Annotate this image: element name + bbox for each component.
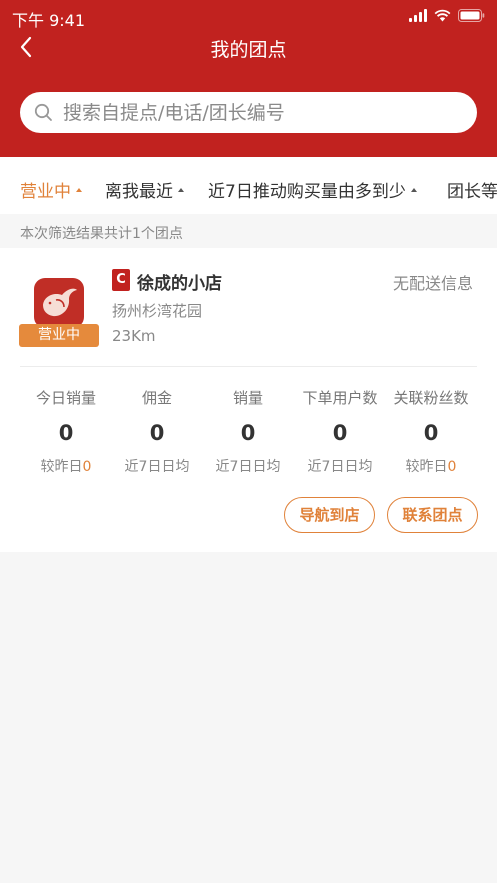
stat-sales: 销量 0 近7日日均 [202, 387, 294, 476]
wifi-icon [434, 9, 451, 22]
battery-icon [458, 9, 485, 22]
stat-label: 佣金 [141, 389, 172, 407]
filter-leader-level[interactable]: 团长等 [447, 177, 497, 202]
status-icons [409, 9, 485, 22]
filter-label: 营业中 [20, 182, 71, 202]
filter-label: 近7日推动购买量由多到少 [208, 182, 406, 202]
status-badge: 营业中 [19, 324, 99, 347]
search-input[interactable] [63, 101, 463, 124]
stat-sub-text: 近7日日均 [124, 459, 190, 475]
filter-label: 团长等 [447, 182, 497, 202]
shop-card[interactable]: 营业中 C 徐成的小店 无配送信息 扬州杉湾花园 23Km 今日销量 0 较昨日… [0, 248, 497, 552]
signal-icon [409, 9, 427, 22]
search-box[interactable] [20, 92, 477, 133]
stat-sub-text: 近7日日均 [307, 459, 373, 475]
divider [20, 366, 477, 367]
stat-sub-value: 0 [447, 459, 457, 475]
caret-up-icon [178, 187, 184, 192]
stat-label: 销量 [232, 389, 263, 407]
status-bar: 下午 9:41 [0, 0, 497, 34]
caret-up-icon [76, 187, 82, 192]
stat-sub-value: 0 [82, 459, 92, 475]
stat-sub: 近7日日均 [111, 456, 203, 476]
stat-commission: 佣金 0 近7日日均 [111, 387, 203, 476]
stat-sub-text: 较昨日 [40, 459, 83, 475]
delivery-info: 无配送信息 [392, 274, 473, 293]
stat-sub: 较昨日0 [20, 456, 112, 476]
stat-value: 0 [58, 421, 74, 445]
stat-value: 0 [240, 421, 256, 445]
contact-store-button[interactable]: 联系团点 [387, 497, 478, 533]
stat-label: 今日销量 [35, 389, 96, 407]
status-time: 下午 9:41 [12, 11, 86, 30]
header: 下午 9:41 我的团点 [0, 0, 497, 157]
filter-open-now[interactable]: 营业中 [20, 177, 82, 202]
stat-sub-text: 近7日日均 [215, 459, 281, 475]
stat-value: 0 [149, 421, 165, 445]
nav-bar: 我的团点 [0, 34, 497, 61]
shop-name: 徐成的小店 [137, 274, 222, 294]
stat-today-sales: 今日销量 0 较昨日0 [20, 387, 112, 476]
stat-ordering-users: 下单用户数 0 近7日日均 [294, 387, 386, 476]
stat-label: 关联粉丝数 [393, 389, 469, 407]
result-summary: 本次筛选结果共计1个团点 [20, 226, 183, 242]
stat-sub: 近7日日均 [202, 456, 294, 476]
stat-sub: 近7日日均 [294, 456, 386, 476]
stat-label: 下单用户数 [302, 389, 378, 407]
filter-label: 离我最近 [105, 182, 173, 202]
shop-type-badge: C [112, 269, 130, 291]
filter-nearest[interactable]: 离我最近 [105, 177, 184, 202]
caret-up-icon [410, 187, 417, 192]
shop-logo [34, 278, 84, 328]
navigate-to-store-button[interactable]: 导航到店 [284, 497, 375, 533]
stat-linked-fans: 关联粉丝数 0 较昨日0 [385, 387, 477, 476]
shop-address: 扬州杉湾花园 [112, 302, 203, 320]
whale-logo-icon [43, 288, 77, 317]
filter-purchase-volume[interactable]: 近7日推动购买量由多到少 [208, 177, 417, 202]
search-icon [34, 103, 52, 121]
stat-value: 0 [423, 421, 439, 445]
stat-value: 0 [332, 421, 348, 445]
shop-distance: 23Km [112, 327, 156, 345]
filter-bar: 营业中 离我最近 近7日推动购买量由多到少 团长等 [0, 157, 497, 214]
stats-row: 今日销量 0 较昨日0 佣金 0 近7日日均 销量 0 近7日日均 下单用户数 … [20, 387, 477, 477]
stat-sub-text: 较昨日 [405, 459, 448, 475]
stat-sub: 较昨日0 [385, 456, 477, 476]
page-title: 我的团点 [210, 39, 287, 61]
